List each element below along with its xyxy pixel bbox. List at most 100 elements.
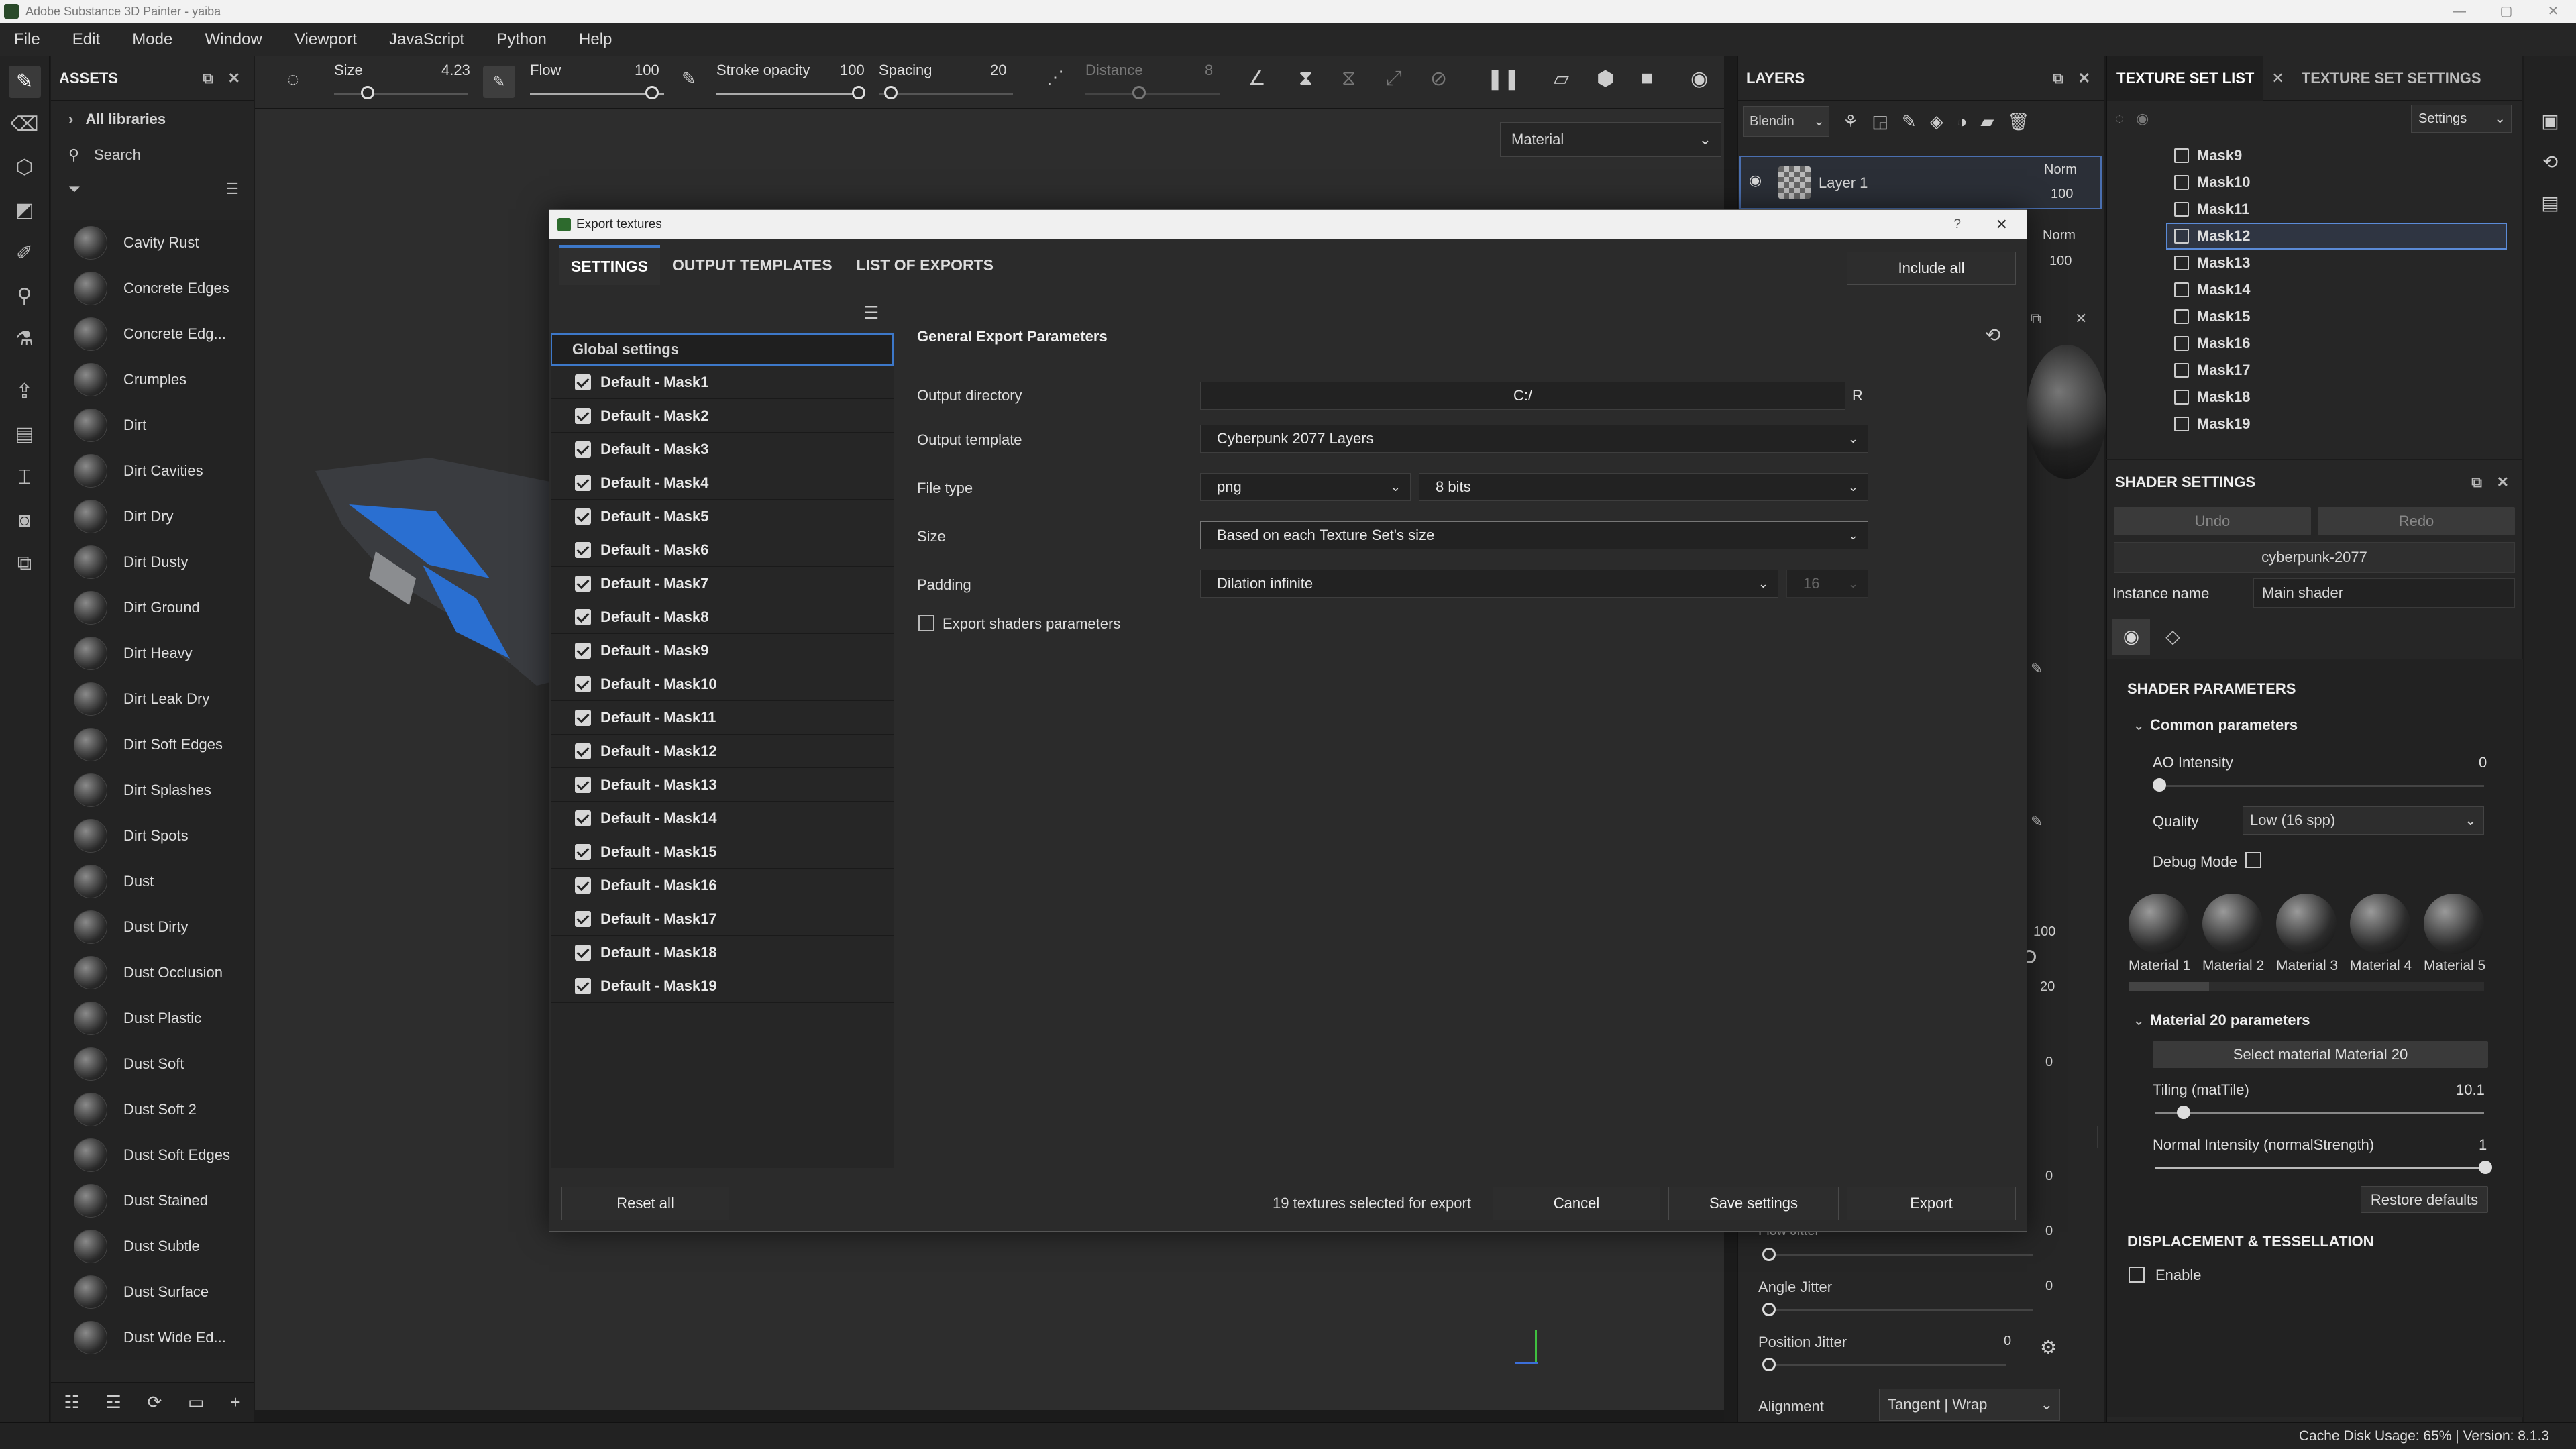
line-angle-icon[interactable]: ∠ [1248, 67, 1266, 91]
param-field[interactable] [2031, 1126, 2098, 1148]
checkbox[interactable] [2174, 336, 2189, 351]
menu-mode[interactable]: Mode [118, 23, 186, 56]
export-mask-row[interactable]: Default - Mask17 [551, 902, 894, 936]
mask-checkbox[interactable] [575, 910, 591, 927]
size-slider[interactable] [334, 93, 468, 95]
layer-opacity[interactable]: 100 [2049, 254, 2072, 269]
asset-item[interactable]: Dust Stained [51, 1178, 254, 1224]
asset-item[interactable]: Dirt Leak Dry [51, 676, 254, 722]
mask-checkbox[interactable] [575, 877, 591, 894]
export-mask-row[interactable]: Default - Mask15 [551, 835, 894, 869]
texture-set-item[interactable]: Mask14 [2107, 276, 2522, 303]
output-directory-reset[interactable]: R [1852, 387, 1863, 405]
export-button[interactable]: Export [1847, 1187, 2016, 1220]
paint-brush-icon[interactable]: ✎ [8, 66, 41, 98]
bit-depth-select[interactable]: 8 bits ⌄ [1419, 473, 1868, 501]
stroke-opacity-knob[interactable] [852, 86, 865, 99]
checkbox[interactable] [2174, 282, 2189, 297]
hide-icon[interactable]: ◌ [2115, 110, 2124, 127]
asset-item[interactable]: Dirt Cavities [51, 448, 254, 494]
angle-jitter-slider[interactable] [1765, 1309, 2033, 1311]
all-libraries-row[interactable]: › All libraries [51, 101, 254, 138]
mask-checkbox[interactable] [575, 441, 591, 458]
folder-icon[interactable]: ▭ [188, 1392, 205, 1413]
asset-item[interactable]: Concrete Edges [51, 266, 254, 311]
reset-params-icon[interactable]: ⟲ [1985, 324, 2000, 346]
output-template-select[interactable]: Cyberpunk 2077 Layers ⌄ [1200, 425, 1868, 453]
filter-icon[interactable]: ⏷ [68, 180, 80, 198]
asset-item[interactable]: Cavity Rust [51, 220, 254, 266]
float-panel-icon[interactable]: ⧉ [2053, 70, 2063, 87]
texture-set-item[interactable]: Mask19 [2107, 411, 2522, 437]
mask-checkbox[interactable] [575, 474, 591, 491]
bake-icon[interactable]: ▤ [9, 419, 41, 451]
texture-set-item[interactable]: Mask16 [2107, 330, 2522, 357]
flow-slider-knob[interactable] [645, 86, 659, 99]
quality-select[interactable]: Low (16 spp) ⌄ [2243, 806, 2484, 835]
symmetry-icon[interactable]: ⧗ [1299, 67, 1313, 90]
stroke-opacity-slider[interactable] [716, 93, 857, 95]
tab-output-templates[interactable]: OUTPUT TEMPLATES [660, 244, 845, 286]
shader-tess-tab-icon[interactable]: ◇ [2154, 619, 2192, 655]
dimension-icon[interactable]: ⌶ [9, 462, 41, 494]
checkbox[interactable] [2174, 148, 2189, 163]
menu-icon[interactable]: ☰ [863, 303, 879, 323]
menu-javascript[interactable]: JavaScript [375, 23, 478, 56]
flow-jitter-slider[interactable] [1765, 1254, 2033, 1256]
position-jitter-slider[interactable] [1765, 1364, 2006, 1366]
export-mask-row[interactable]: Default - Mask18 [551, 936, 894, 969]
shader-params-tab-icon[interactable]: ◉ [2112, 619, 2150, 655]
tab-list-of-exports[interactable]: LIST OF EXPORTS [845, 244, 1006, 286]
add-paint-layer-icon[interactable]: ✎ [1902, 111, 1917, 132]
mirror-icon[interactable]: ⧖ [1342, 67, 1356, 90]
asset-item[interactable]: Dust Subtle [51, 1224, 254, 1269]
distance-slider[interactable] [1085, 93, 1220, 95]
mask-checkbox[interactable] [575, 541, 591, 558]
asset-item[interactable]: Concrete Edg... [51, 311, 254, 357]
pencil-icon[interactable]: ✎ [2031, 813, 2043, 830]
checkbox[interactable] [2174, 256, 2189, 270]
asset-item[interactable]: Dust Soft Edges [51, 1132, 254, 1178]
file-type-select[interactable]: png ⌄ [1200, 473, 1411, 501]
material-ball-icon[interactable] [2424, 894, 2484, 954]
layer-opacity[interactable]: 100 [2051, 186, 2073, 202]
group-icon[interactable]: ☲ [105, 1392, 121, 1413]
undo-button[interactable]: Undo [2114, 507, 2311, 535]
flow-jitter-knob[interactable] [1762, 1248, 1776, 1261]
blending-select[interactable]: Blendin ⌄ [1743, 106, 1829, 137]
mask-checkbox[interactable] [575, 977, 591, 994]
export-mask-row[interactable]: Default - Mask19 [551, 969, 894, 1003]
close-panel-icon[interactable]: ✕ [2075, 310, 2087, 327]
mask-checkbox[interactable] [575, 374, 591, 390]
mask-checkbox[interactable] [575, 508, 591, 525]
spacing-slider[interactable] [879, 93, 1013, 95]
texture-set-item[interactable]: Mask13 [2107, 250, 2522, 276]
view-cube-icon[interactable]: ⬢ [1597, 67, 1614, 91]
export-mask-row[interactable]: Default - Mask13 [551, 768, 894, 802]
materials-scrollbar[interactable] [2129, 982, 2484, 991]
history-icon[interactable]: ⟲ [2524, 151, 2576, 173]
asset-item[interactable]: Dirt Dusty [51, 539, 254, 585]
layer-blend-mode[interactable]: Norm [2044, 162, 2077, 178]
menu-edit[interactable]: Edit [58, 23, 114, 56]
position-jitter-knob[interactable] [1762, 1358, 1776, 1371]
asset-item[interactable]: Dirt Dry [51, 494, 254, 539]
close-panel-icon[interactable]: ✕ [2078, 70, 2090, 87]
export-icon[interactable]: ⇪ [9, 376, 41, 408]
reset-all-button[interactable]: Reset all [561, 1187, 729, 1220]
close-dialog-icon[interactable]: ✕ [1996, 210, 2008, 239]
eye-icon[interactable]: ◉ [2136, 110, 2149, 127]
camera-frame-icon[interactable]: ▱ [1554, 67, 1569, 91]
restore-defaults-button[interactable]: Restore defaults [2361, 1186, 2488, 1213]
asset-item[interactable]: Dust Plastic [51, 996, 254, 1041]
menu-file[interactable]: File [0, 23, 54, 56]
asset-item[interactable]: Dust Occlusion [51, 950, 254, 996]
mask-checkbox[interactable] [575, 944, 591, 961]
asset-item[interactable]: Dirt Ground [51, 585, 254, 631]
material-ball-icon[interactable] [2276, 894, 2337, 954]
shader-select[interactable]: cyberpunk-2077 [2114, 542, 2515, 573]
checkbox[interactable] [2174, 229, 2189, 244]
padding-select[interactable]: Dilation infinite ⌄ [1200, 570, 1778, 598]
maximize-button[interactable]: ▢ [2486, 0, 2526, 23]
menu-help[interactable]: Help [565, 23, 626, 56]
